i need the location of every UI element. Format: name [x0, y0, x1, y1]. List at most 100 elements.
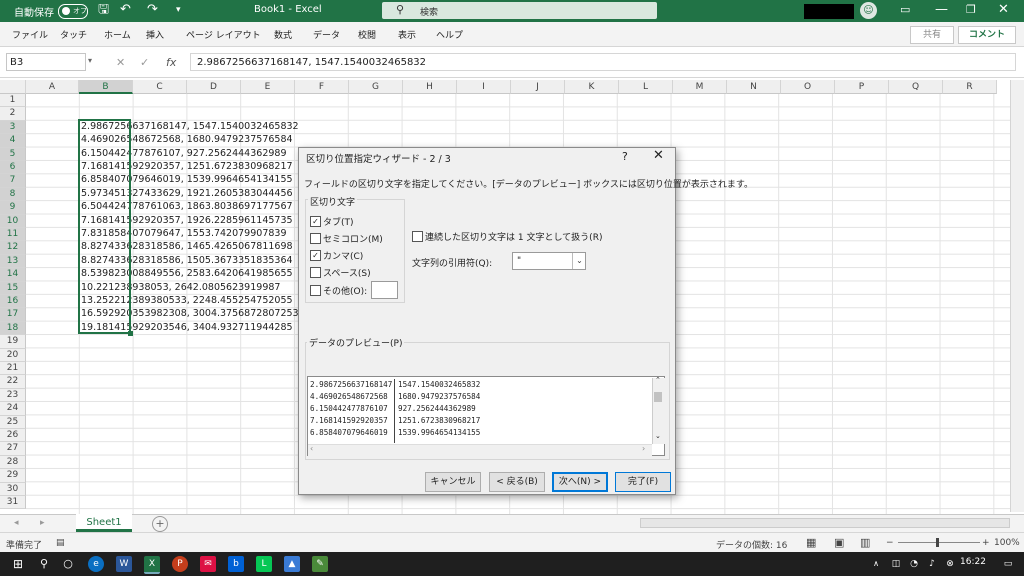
consecutive-label[interactable]: 連続した区切り文字は 1 文字として扱う(R): [425, 230, 602, 243]
row-header-23[interactable]: 23: [0, 388, 26, 403]
tab-file[interactable]: ファイル: [12, 28, 48, 41]
customize-qat-icon[interactable]: ▾: [176, 3, 181, 17]
column-header-r[interactable]: R: [943, 80, 997, 94]
row-header-14[interactable]: 14: [0, 268, 26, 282]
column-header-d[interactable]: D: [187, 80, 241, 94]
windows-start-icon[interactable]: ⊞: [10, 556, 26, 572]
row-header-19[interactable]: 19: [0, 335, 26, 349]
edge-icon[interactable]: e: [88, 556, 104, 572]
row-header-8[interactable]: 8: [0, 187, 26, 202]
page-layout-view-icon[interactable]: ▣: [834, 536, 844, 549]
excel-icon[interactable]: X: [144, 556, 160, 574]
row-header-25[interactable]: 25: [0, 415, 26, 429]
row-header-21[interactable]: 21: [0, 362, 26, 376]
column-header-j[interactable]: J: [511, 80, 565, 94]
redo-icon[interactable]: ↷: [147, 3, 158, 17]
add-sheet-icon[interactable]: +: [152, 516, 168, 532]
row-header-20[interactable]: 20: [0, 348, 26, 362]
column-header-n[interactable]: N: [727, 80, 781, 94]
zoom-slider[interactable]: [898, 542, 980, 543]
avatar-icon[interactable]: ☺: [860, 2, 877, 19]
save-icon[interactable]: 🖫: [98, 3, 109, 17]
row-header-18[interactable]: 18: [0, 321, 26, 336]
tab-data[interactable]: データ: [313, 28, 340, 41]
other-delimiter-input[interactable]: [371, 281, 398, 299]
comment-button[interactable]: コメント: [958, 26, 1016, 44]
photos-icon[interactable]: ▲: [284, 556, 300, 572]
row-header-9[interactable]: 9: [0, 201, 26, 215]
column-header-c[interactable]: C: [133, 80, 187, 94]
cancel-button[interactable]: キャンセル: [425, 472, 481, 492]
action-center-icon[interactable]: ▭: [1000, 556, 1016, 572]
row-header-13[interactable]: 13: [0, 254, 26, 269]
task-view-icon[interactable]: ○: [60, 556, 76, 572]
vertical-scrollbar[interactable]: [1010, 80, 1024, 512]
row-header-1[interactable]: 1: [0, 94, 26, 108]
zoom-level[interactable]: 100%: [994, 538, 1020, 548]
delimiter-label-1[interactable]: セミコロン(M): [323, 232, 383, 245]
column-header-h[interactable]: H: [403, 80, 457, 94]
row-header-4[interactable]: 4: [0, 134, 26, 148]
page-break-view-icon[interactable]: ▥: [860, 536, 870, 549]
delimiter-label-2[interactable]: カンマ(C): [323, 249, 363, 262]
next-button[interactable]: 次へ(N) >: [552, 472, 608, 492]
delimiter-checkbox-3[interactable]: [310, 267, 321, 278]
notification-blocked-icon[interactable]: ⊗: [942, 556, 958, 572]
row-header-2[interactable]: 2: [0, 107, 26, 121]
undo-icon[interactable]: ↶: [120, 3, 131, 17]
close-window-icon[interactable]: ✕: [998, 3, 1009, 17]
row-header-10[interactable]: 10: [0, 214, 26, 228]
scroll-left-icon[interactable]: ◂: [14, 518, 19, 528]
app-icon[interactable]: ✎: [312, 556, 328, 572]
row-header-27[interactable]: 27: [0, 442, 26, 456]
column-header-e[interactable]: E: [241, 80, 295, 94]
column-header-p[interactable]: P: [835, 80, 889, 94]
tab-page-layout[interactable]: ページ レイアウト: [186, 28, 261, 41]
volume-icon[interactable]: ♪: [924, 556, 940, 572]
zoom-in-icon[interactable]: +: [982, 538, 990, 548]
network-icon[interactable]: ◫: [888, 556, 904, 572]
consecutive-checkbox[interactable]: [412, 231, 423, 242]
row-header-15[interactable]: 15: [0, 281, 26, 295]
restore-icon[interactable]: ❐: [966, 3, 976, 17]
column-header-g[interactable]: G: [349, 80, 403, 94]
wifi-icon[interactable]: ◔: [906, 556, 922, 572]
tab-touch[interactable]: タッチ: [60, 28, 87, 41]
insert-function-icon[interactable]: fx: [166, 56, 176, 69]
ribbon-display-icon[interactable]: ▭: [900, 3, 910, 17]
row-header-16[interactable]: 16: [0, 295, 26, 309]
help-icon[interactable]: ?: [622, 150, 628, 163]
name-box[interactable]: B3: [6, 53, 86, 71]
delimiter-checkbox-0[interactable]: ✓: [310, 216, 321, 227]
scroll-up-icon[interactable]: ⌃: [655, 376, 661, 384]
zoom-out-icon[interactable]: −: [886, 538, 894, 548]
share-button[interactable]: 共有: [910, 26, 954, 44]
preview-scroll-thumb[interactable]: [654, 392, 662, 402]
select-all-corner[interactable]: [0, 80, 26, 94]
column-header-m[interactable]: M: [673, 80, 727, 94]
preview-vertical-scrollbar[interactable]: ⌃ ⌄: [652, 376, 665, 444]
column-header-l[interactable]: L: [619, 80, 673, 94]
row-header-6[interactable]: 6: [0, 161, 26, 175]
scroll-right-icon[interactable]: ›: [642, 444, 645, 453]
formula-input[interactable]: 2.9867256637168147, 1547.1540032465832: [190, 53, 1016, 71]
row-header-28[interactable]: 28: [0, 455, 26, 470]
column-header-q[interactable]: Q: [889, 80, 943, 94]
line-icon[interactable]: L: [256, 556, 272, 572]
scroll-left-icon[interactable]: ‹: [310, 444, 313, 453]
column-header-f[interactable]: F: [295, 80, 349, 94]
minimize-icon[interactable]: —: [935, 3, 948, 17]
enter-formula-icon[interactable]: ✓: [140, 56, 149, 69]
chevron-down-icon[interactable]: ⌄: [572, 253, 586, 269]
tab-review[interactable]: 校閲: [358, 28, 376, 41]
column-header-k[interactable]: K: [565, 80, 619, 94]
autosave-toggle[interactable]: オフ: [58, 4, 88, 19]
chevron-down-icon[interactable]: ▾: [88, 56, 92, 65]
column-header-b[interactable]: B: [79, 80, 133, 94]
scroll-down-icon[interactable]: ⌄: [655, 432, 661, 440]
delimiter-label-3[interactable]: スペース(S): [323, 266, 371, 279]
cancel-formula-icon[interactable]: ✕: [116, 56, 125, 69]
column-header-i[interactable]: I: [457, 80, 511, 94]
finish-button[interactable]: 完了(F): [615, 472, 671, 492]
normal-view-icon[interactable]: ▦: [806, 536, 816, 549]
